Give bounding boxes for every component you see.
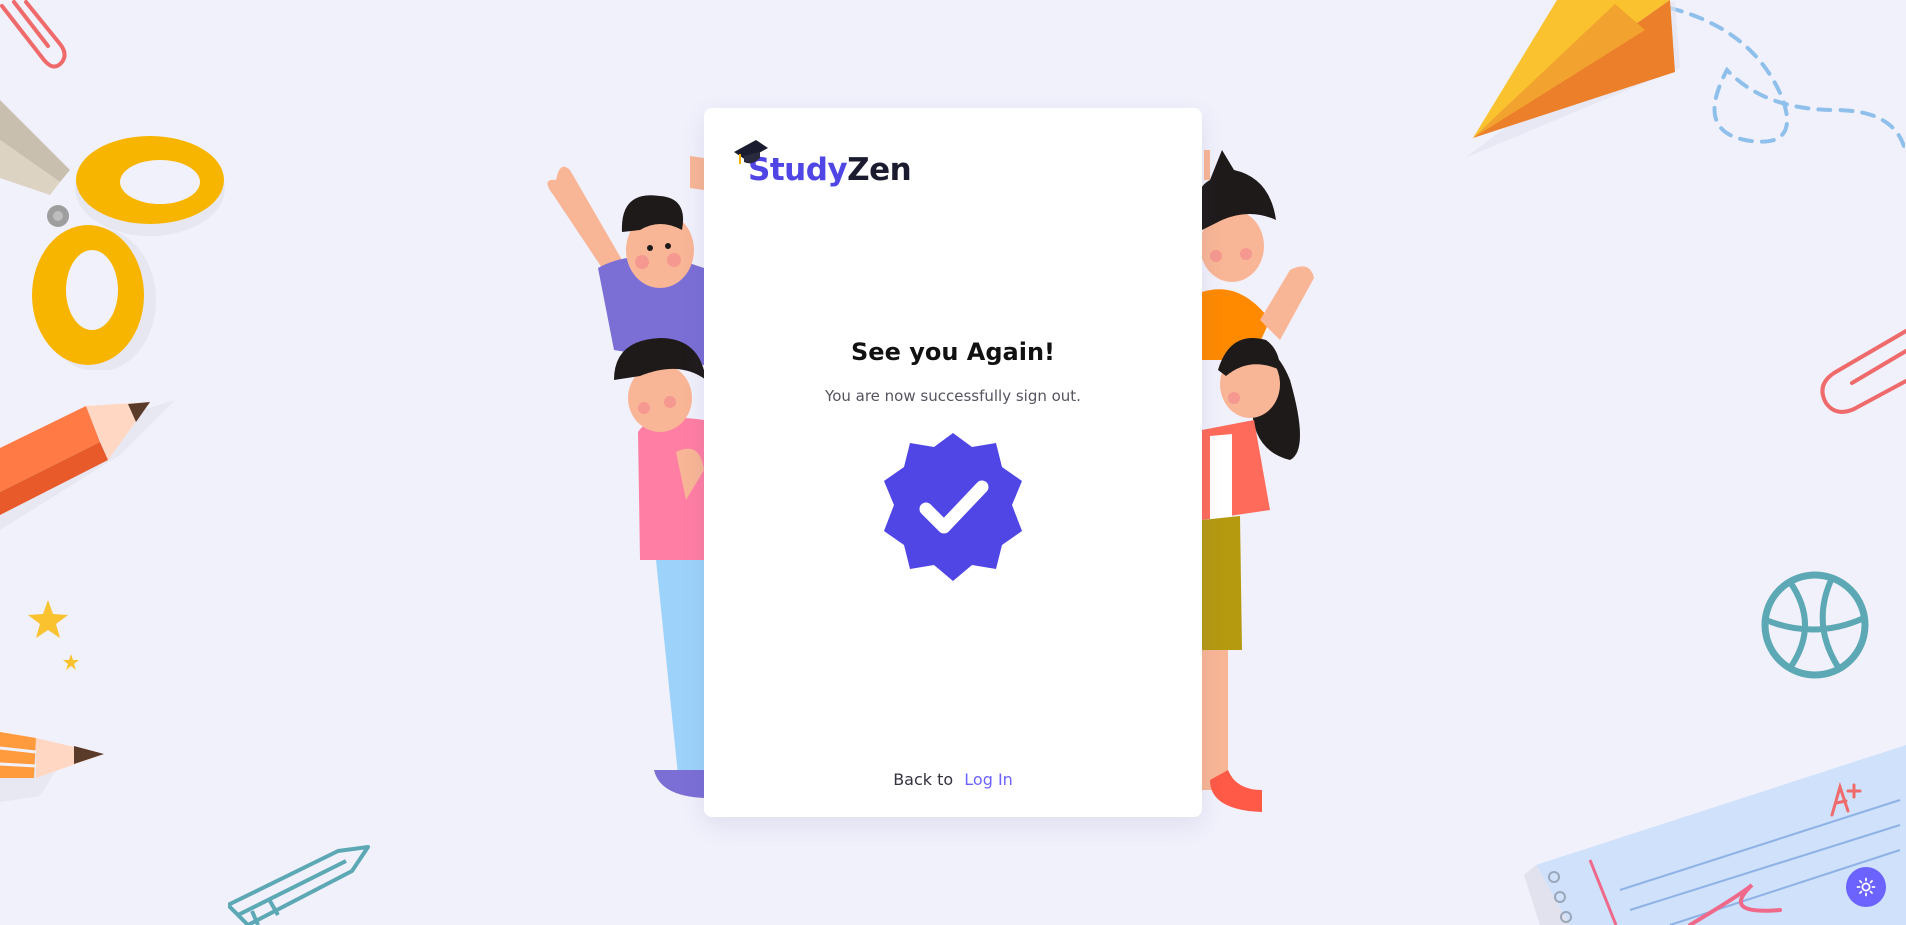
back-to-login-row: Back to Log In	[704, 770, 1202, 789]
star-icon	[28, 600, 79, 670]
signout-card: StudyZen See you Again! You are now succ…	[704, 108, 1202, 817]
signout-page: StudyZen See you Again! You are now succ…	[0, 0, 1906, 925]
sun-icon	[1856, 877, 1876, 897]
paperclip-icon	[0, 0, 67, 69]
paper-plane-icon	[1465, 0, 1905, 158]
pencil-icon	[0, 732, 104, 802]
pencil-icon	[0, 400, 175, 530]
check-badge-icon	[884, 433, 1022, 581]
scissors-icon	[0, 100, 225, 370]
logo-text-zen: Zen	[847, 152, 912, 188]
login-link[interactable]: Log In	[964, 770, 1013, 789]
notebook-icon	[1524, 745, 1906, 925]
paperclip-icon	[1820, 329, 1906, 414]
basketball-icon	[1761, 571, 1869, 679]
theme-toggle-button[interactable]	[1846, 867, 1886, 907]
back-to-label: Back to	[893, 770, 954, 789]
page-title: See you Again!	[851, 338, 1055, 366]
graduation-cap-icon	[734, 140, 768, 164]
signout-message: You are now successfully sign out.	[825, 387, 1081, 405]
pencil-icon	[228, 845, 370, 925]
studyzen-logo[interactable]: StudyZen	[732, 132, 912, 188]
logo-wordmark: StudyZen	[748, 152, 912, 188]
